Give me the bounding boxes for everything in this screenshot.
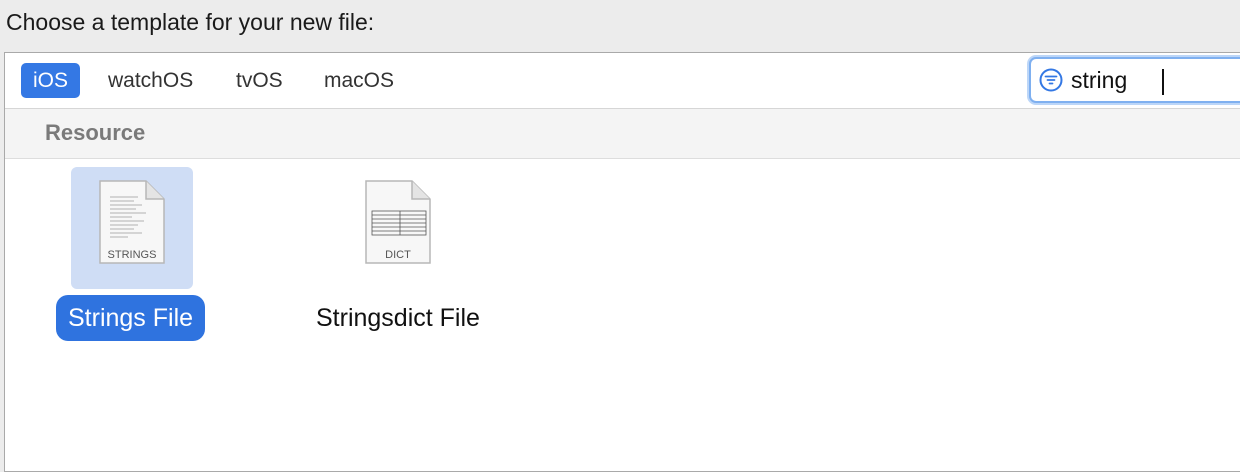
template-strings-file[interactable]: STRINGS Strings File <box>55 165 309 345</box>
text-caret <box>1162 69 1164 95</box>
template-label[interactable]: Stringsdict File <box>304 295 492 341</box>
search-input[interactable] <box>1071 65 1240 95</box>
dict-icon-caption: DICT <box>385 249 411 261</box>
filter-icon[interactable] <box>1039 68 1063 92</box>
tab-watchos[interactable]: watchOS <box>96 63 205 98</box>
section-title: Resource <box>45 120 146 145</box>
template-chooser-panel: iOS watchOS tvOS macOS Resource <box>4 52 1240 472</box>
tab-macos[interactable]: macOS <box>312 63 406 98</box>
template-chooser-heading: Choose a template for your new file: <box>6 9 375 35</box>
tab-tvos[interactable]: tvOS <box>224 63 295 98</box>
strings-document-icon: STRINGS <box>99 180 165 264</box>
strings-icon-caption: STRINGS <box>108 249 157 261</box>
tab-ios[interactable]: iOS <box>21 63 81 98</box>
template-label[interactable]: Strings File <box>56 295 206 341</box>
dict-document-icon: DICT <box>365 180 431 264</box>
template-stringsdict-file[interactable]: DICT Stringsdict File <box>311 165 565 345</box>
section-header: Resource <box>5 109 1240 159</box>
platform-toolbar: iOS watchOS tvOS macOS <box>5 53 1240 109</box>
search-field[interactable] <box>1029 57 1240 103</box>
